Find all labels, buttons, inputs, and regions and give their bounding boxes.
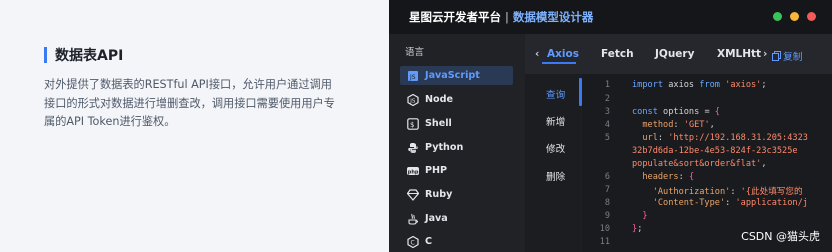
description: 对外提供了数据表的RESTful API接口，允许用户通过调用接口的形式对数据进… — [44, 78, 335, 128]
line-number: 4 — [604, 120, 610, 130]
code-line-wrap: populate&sort&order&flat', — [632, 159, 767, 169]
language-item-python[interactable]: Python — [400, 138, 513, 157]
line-number: 8 — [604, 198, 610, 208]
language-label: C — [425, 236, 433, 247]
copy-button[interactable]: 复制 — [772, 49, 803, 63]
svg-text:php: php — [408, 169, 419, 175]
code-line: const options = { — [632, 107, 720, 117]
tabs-prev-icon[interactable]: ‹ — [535, 48, 539, 60]
language-item-java[interactable]: Java — [400, 209, 513, 228]
code-editor[interactable]: 1 2 3 4 5 6 7 8 9 10 11 import axios fro… — [582, 74, 832, 252]
code-line: 'Content-Type': 'application/j — [632, 198, 808, 208]
java-icon — [407, 213, 419, 225]
line-number: 9 — [604, 211, 610, 221]
code-window: 星图云开发者平台 | 数据模型设计器 语言 JS JavaScript JS N… — [389, 0, 832, 252]
line-number: 11 — [599, 237, 610, 247]
line-number: 1 — [604, 80, 610, 90]
language-header: 语言 — [405, 47, 425, 58]
language-label: Python — [425, 142, 464, 153]
language-item-javascript[interactable]: JS JavaScript — [400, 66, 513, 85]
title-text: 数据表API — [55, 48, 124, 64]
code-line: import axios from 'axios'; — [632, 80, 767, 90]
tabs-next-icon[interactable]: › — [763, 48, 767, 60]
language-label: JavaScript — [425, 70, 480, 81]
method-delete[interactable]: 删除 — [546, 169, 565, 183]
js-icon: JS — [407, 70, 419, 82]
code-line-wrap: 32b7d6da-12be-4e53-824f-23c3525e — [632, 146, 798, 156]
language-label: Node — [425, 94, 453, 105]
language-label: PHP — [425, 165, 448, 176]
method-query[interactable]: 查询 — [546, 87, 565, 101]
app-name: 星图云开发者平台 — [409, 10, 501, 24]
node-icon: JS — [407, 93, 419, 106]
line-number: 5 — [604, 133, 610, 143]
code-line: url: 'http://192.168.31.205:4323 — [632, 133, 808, 143]
line-number: 2 — [604, 94, 610, 104]
line-number: 6 — [604, 172, 610, 182]
line-number: 3 — [604, 107, 610, 117]
language-label: Java — [425, 213, 448, 224]
python-icon — [407, 142, 419, 154]
title-accent-bar — [44, 47, 47, 63]
title-separator: | — [505, 10, 509, 24]
method-update[interactable]: 修改 — [546, 141, 565, 155]
svg-text:$: $ — [410, 121, 414, 129]
tab-axios[interactable]: Axios — [547, 48, 579, 60]
method-create[interactable]: 新增 — [546, 114, 565, 128]
language-item-shell[interactable]: $ Shell — [400, 114, 513, 133]
line-number: 10 — [599, 224, 610, 234]
active-tab-underline — [542, 62, 576, 64]
php-icon: php — [407, 165, 419, 177]
window-controls — [773, 12, 816, 21]
window-titlebar: 星图云开发者平台 | 数据模型设计器 — [389, 0, 832, 34]
tab-fetch[interactable]: Fetch — [601, 48, 634, 60]
svg-text:JS: JS — [409, 74, 416, 81]
library-tabs: ‹ Axios Fetch JQuery XMLHttp › 复制 — [525, 34, 832, 74]
yellow-dot-icon[interactable] — [790, 12, 799, 21]
tab-xmlhttp[interactable]: XMLHttp — [717, 48, 761, 60]
language-item-ruby[interactable]: Ruby — [400, 185, 513, 204]
shell-icon: $ — [407, 117, 419, 130]
copy-label: 复制 — [783, 52, 803, 63]
line-gutter: 1 2 3 4 5 6 7 8 9 10 11 — [582, 74, 618, 252]
tool-name: 数据模型设计器 — [512, 10, 594, 24]
svg-text:JS: JS — [409, 98, 416, 104]
tab-jquery[interactable]: JQuery — [655, 48, 694, 60]
language-item-c[interactable]: C C — [400, 232, 513, 251]
svg-text:C: C — [411, 239, 415, 246]
copy-icon — [772, 51, 781, 61]
c-icon: C — [407, 235, 419, 248]
method-list: 查询 新增 修改 删除 — [525, 74, 581, 252]
green-dot-icon[interactable] — [773, 12, 782, 21]
language-panel: 语言 JS JavaScript JS Node $ Shell Python — [389, 34, 525, 252]
code-line: method: 'GET', — [632, 120, 715, 130]
language-label: Shell — [425, 118, 452, 129]
ruby-icon — [407, 188, 419, 201]
line-number: 7 — [604, 185, 610, 195]
language-label: Ruby — [425, 189, 453, 200]
language-item-node[interactable]: JS Node — [400, 90, 513, 109]
code-line: headers: { — [632, 172, 695, 182]
section-title: 数据表API — [44, 46, 123, 64]
watermark: CSDN @猫头虎 — [741, 230, 820, 243]
code-line: } — [632, 211, 648, 221]
language-item-php[interactable]: php PHP — [400, 161, 513, 180]
code-line: }; — [632, 224, 643, 234]
code-line: 'Authorization': '{此处填写您的 — [632, 187, 803, 197]
red-dot-icon[interactable] — [807, 12, 816, 21]
info-panel: 数据表API 对外提供了数据表的RESTful API接口，允许用户通过调用接口… — [0, 0, 389, 252]
